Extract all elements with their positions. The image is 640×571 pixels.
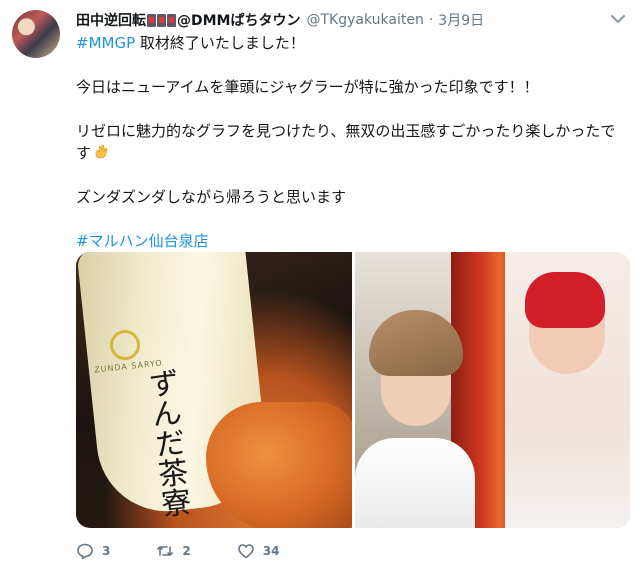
hashtag-mmgp[interactable]: #MMGP	[76, 34, 135, 52]
tweet-card[interactable]: 田中逆回転 @DMMぱちタウン @TKgyakukaiten · 3月9日 #M…	[0, 0, 640, 571]
heart-icon	[237, 544, 254, 559]
avatar[interactable]	[12, 10, 60, 58]
media-grid: ZUNDA SARYO ずんだ茶寮	[76, 252, 630, 528]
display-name[interactable]: 田中逆回転	[76, 10, 146, 30]
reply-count: 3	[102, 544, 111, 558]
reply-icon	[77, 543, 93, 560]
retweet-button[interactable]: 2	[156, 542, 191, 560]
red-mask	[524, 272, 605, 328]
man-body	[354, 438, 475, 528]
tweet-header: 田中逆回転 @DMMぱちタウン @TKgyakukaiten · 3月9日	[76, 10, 484, 30]
hand-shape	[206, 402, 352, 528]
cup-logo	[110, 330, 140, 360]
tweet-line-5: #マルハン仙台泉店	[76, 230, 632, 252]
separator-dot: ·	[428, 12, 434, 28]
tweet-line-3b-text: す	[76, 144, 92, 162]
tweet-line-2: 今日はニューアイムを筆頭にジャグラーが特に強かった印象です！！	[76, 78, 539, 96]
tweet-line-1-text: 取材終了いたしました！	[135, 34, 305, 52]
photo-zunda-cup[interactable]: ZUNDA SARYO ずんだ茶寮	[76, 252, 352, 528]
retweet-count: 2	[182, 544, 191, 558]
like-button[interactable]: 34	[237, 542, 280, 560]
user-handle[interactable]: @TKgyakukaiten	[306, 12, 423, 28]
retweet-icon	[157, 546, 174, 556]
tweet-text: #MMGP 取材終了いたしました！ 今日はニューアイムを筆頭にジャグラーが特に強…	[76, 32, 632, 252]
slot-machine-icon	[147, 13, 176, 27]
photo-selfie[interactable]	[354, 252, 630, 528]
man-hair	[368, 310, 463, 376]
reply-button[interactable]: 3	[76, 542, 110, 560]
tweet-line-3a: リゼロに魅力的なグラフを見つけたり、無双の出玉感すごかったり楽しかったで	[76, 122, 616, 140]
waving-hand-icon	[95, 144, 108, 159]
tweet-actions: 3 2 34	[76, 540, 325, 562]
tweet-line-4: ズンダズンダしながら帰ろうと思います	[76, 188, 347, 206]
tweet-date[interactable]: 3月9日	[438, 10, 484, 30]
display-name-suffix[interactable]: @DMMぱちタウン	[177, 10, 300, 30]
chevron-down-icon[interactable]	[610, 14, 626, 24]
tweet-line-3b: す	[76, 142, 632, 164]
tweet-line-1: #MMGP 取材終了いたしました！	[76, 32, 632, 54]
like-count: 34	[262, 544, 280, 558]
hashtag-store[interactable]: #マルハン仙台泉店	[76, 232, 209, 250]
